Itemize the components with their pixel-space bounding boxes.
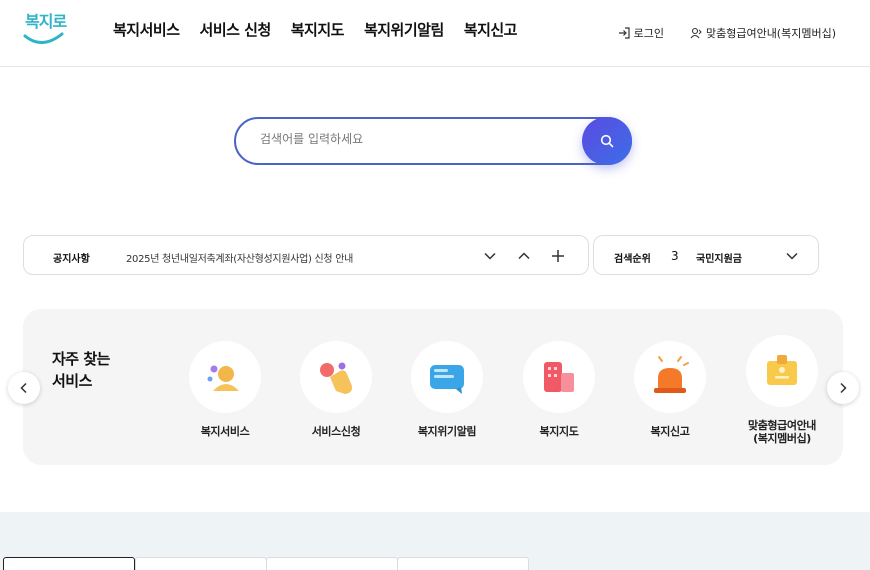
- plus-icon[interactable]: [549, 247, 567, 265]
- quick-circle: [634, 341, 706, 413]
- rank-label: 검색순위: [614, 254, 651, 265]
- title-line-2: 서비스: [52, 372, 92, 390]
- carousel-next-button[interactable]: [827, 372, 859, 404]
- quick-circle: [189, 341, 261, 413]
- tab-1[interactable]: [3, 557, 135, 570]
- notice-label: 공지사항: [53, 254, 90, 265]
- hand-touch-icon: [320, 362, 353, 394]
- quick-circle: [746, 335, 818, 407]
- chevron-up-icon[interactable]: [515, 247, 533, 265]
- siren-icon: [654, 356, 689, 393]
- tab-2[interactable]: [135, 557, 267, 570]
- quick-item-welfare-map[interactable]: 복지지도: [509, 341, 609, 438]
- login-link[interactable]: 로그인: [618, 25, 664, 41]
- membership-link[interactable]: 맞춤형급여안내(복지멤버십): [690, 25, 836, 41]
- search-icon: [600, 134, 614, 148]
- logo[interactable]: 복지로: [22, 6, 68, 50]
- chevron-down-icon[interactable]: [481, 247, 499, 265]
- badge-icon: [767, 355, 797, 385]
- quick-item-label: 복지서비스: [200, 425, 250, 438]
- logo-swoosh-icon: [23, 32, 64, 44]
- title-line-1: 자주 찾는: [52, 350, 110, 368]
- search-box: [234, 117, 632, 165]
- login-label: 로그인: [633, 27, 664, 40]
- nav-item-welfare-service[interactable]: 복지서비스: [113, 19, 180, 40]
- quick-item-label: 맞춤형급여안내 (복지멤버십): [732, 419, 832, 445]
- building-icon: [544, 362, 574, 392]
- nav-item-service-apply[interactable]: 서비스 신청: [200, 19, 272, 40]
- tab-3[interactable]: [266, 557, 398, 570]
- carousel-prev-button[interactable]: [8, 372, 40, 404]
- main-nav: 복지서비스 서비스 신청 복지지도 복지위기알림 복지신고: [113, 19, 537, 40]
- chevron-left-icon: [20, 382, 27, 394]
- person-icon: [207, 365, 239, 391]
- quick-circle: [411, 341, 483, 413]
- chevron-right-icon: [840, 382, 847, 394]
- notice-bar: 공지사항 2025년 청년내일저축계좌(자산형성지원사업) 신청 안내: [23, 235, 589, 275]
- quick-item-service-apply[interactable]: 서비스신청: [286, 341, 386, 438]
- quick-item-membership[interactable]: 맞춤형급여안내 (복지멤버십): [732, 335, 832, 445]
- frequent-services-title: 자주 찾는 서비스: [52, 348, 110, 392]
- quick-item-welfare-report[interactable]: 복지신고: [620, 341, 720, 438]
- notice-text[interactable]: 2025년 청년내일저축계좌(자산형성지원사업) 신청 안내: [126, 250, 353, 265]
- quick-item-label: 복지지도: [539, 425, 579, 438]
- frequent-services-panel: 자주 찾는 서비스 복지서비스 서비스신청 복지위기알림 복지지도 복지신고 맞…: [23, 309, 843, 465]
- search-input[interactable]: [260, 132, 580, 146]
- label-line-2: (복지멤버십): [753, 432, 811, 445]
- nav-item-welfare-report[interactable]: 복지신고: [464, 19, 518, 40]
- quick-circle: [300, 341, 372, 413]
- quick-item-crisis-alert[interactable]: 복지위기알림: [397, 341, 497, 438]
- quick-item-label: 복지신고: [650, 425, 690, 438]
- quick-item-label: 복지위기알림: [417, 425, 477, 438]
- quick-circle: [523, 341, 595, 413]
- nav-item-crisis-alert[interactable]: 복지위기알림: [364, 19, 444, 40]
- search-button[interactable]: [582, 117, 632, 165]
- quick-item-welfare-service[interactable]: 복지서비스: [175, 341, 275, 438]
- header: 복지로 복지서비스 서비스 신청 복지지도 복지위기알림 복지신고 로그인 맞춤…: [0, 0, 870, 67]
- chevron-down-icon[interactable]: [783, 247, 801, 265]
- nav-item-welfare-map[interactable]: 복지지도: [291, 19, 345, 40]
- utility-menu: 로그인 맞춤형급여안내(복지멤버십): [592, 25, 836, 41]
- tab-4[interactable]: [397, 557, 529, 570]
- rank-keyword[interactable]: 국민지원금: [696, 250, 742, 265]
- login-icon: [618, 27, 630, 39]
- membership-label: 맞춤형급여안내(복지멤버십): [705, 27, 836, 40]
- quick-item-label: 서비스신청: [311, 425, 361, 438]
- user-icon: [690, 27, 702, 39]
- label-line-1: 맞춤형급여안내: [747, 419, 817, 432]
- message-icon: [430, 365, 464, 394]
- search-rank-bar: 검색순위 3 국민지원금: [593, 235, 819, 275]
- rank-number: 3: [671, 249, 679, 263]
